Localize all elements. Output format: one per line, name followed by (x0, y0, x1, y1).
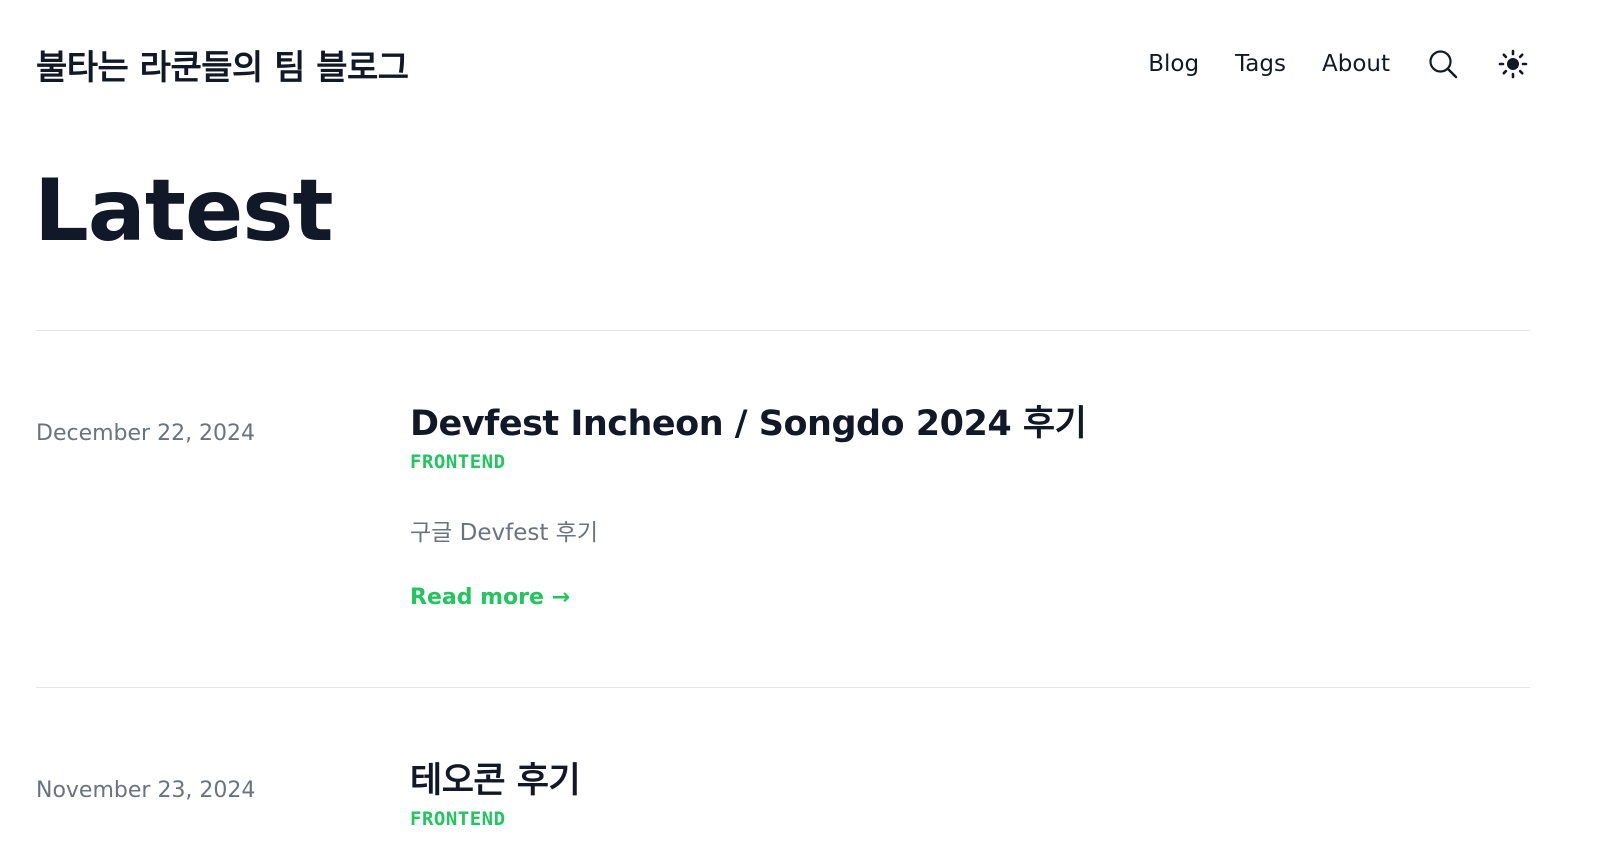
search-icon (1429, 50, 1458, 79)
post-title[interactable]: 테오콘 후기 (410, 760, 1530, 802)
sun-icon (1498, 49, 1528, 79)
post-body: Devfest Incheon / Songdo 2024 후기 FRONTEN… (410, 403, 1530, 610)
read-more-link[interactable]: Read more → (410, 585, 570, 610)
post-item: November 23, 2024 테오콘 후기 FRONTEND (36, 760, 1530, 854)
site-title[interactable]: 불타는 라쿤들의 팀 블로그 (36, 40, 409, 89)
divider (36, 687, 1530, 688)
post-date: November 23, 2024 (36, 778, 256, 803)
nav-about[interactable]: About (1322, 51, 1390, 77)
post-date: December 22, 2024 (36, 421, 256, 446)
nav-blog[interactable]: Blog (1148, 51, 1199, 77)
post-tag[interactable]: FRONTEND (410, 808, 506, 830)
site-header: 불타는 라쿤들의 팀 블로그 Blog Tags About (36, 38, 1530, 90)
post-tag[interactable]: FRONTEND (410, 451, 506, 473)
search-button[interactable] (1426, 47, 1460, 81)
post-title[interactable]: Devfest Incheon / Songdo 2024 후기 (410, 403, 1530, 445)
theme-toggle-button[interactable] (1496, 47, 1530, 81)
nav-tags[interactable]: Tags (1235, 51, 1286, 77)
post-item: December 22, 2024 Devfest Incheon / Song… (36, 403, 1530, 643)
post-body: 테오콘 후기 FRONTEND (410, 760, 1530, 830)
main-nav: Blog Tags About (1148, 47, 1530, 81)
post-summary: 구글 Devfest 후기 (410, 520, 598, 546)
divider (36, 330, 1530, 331)
page-title: Latest (34, 161, 334, 261)
